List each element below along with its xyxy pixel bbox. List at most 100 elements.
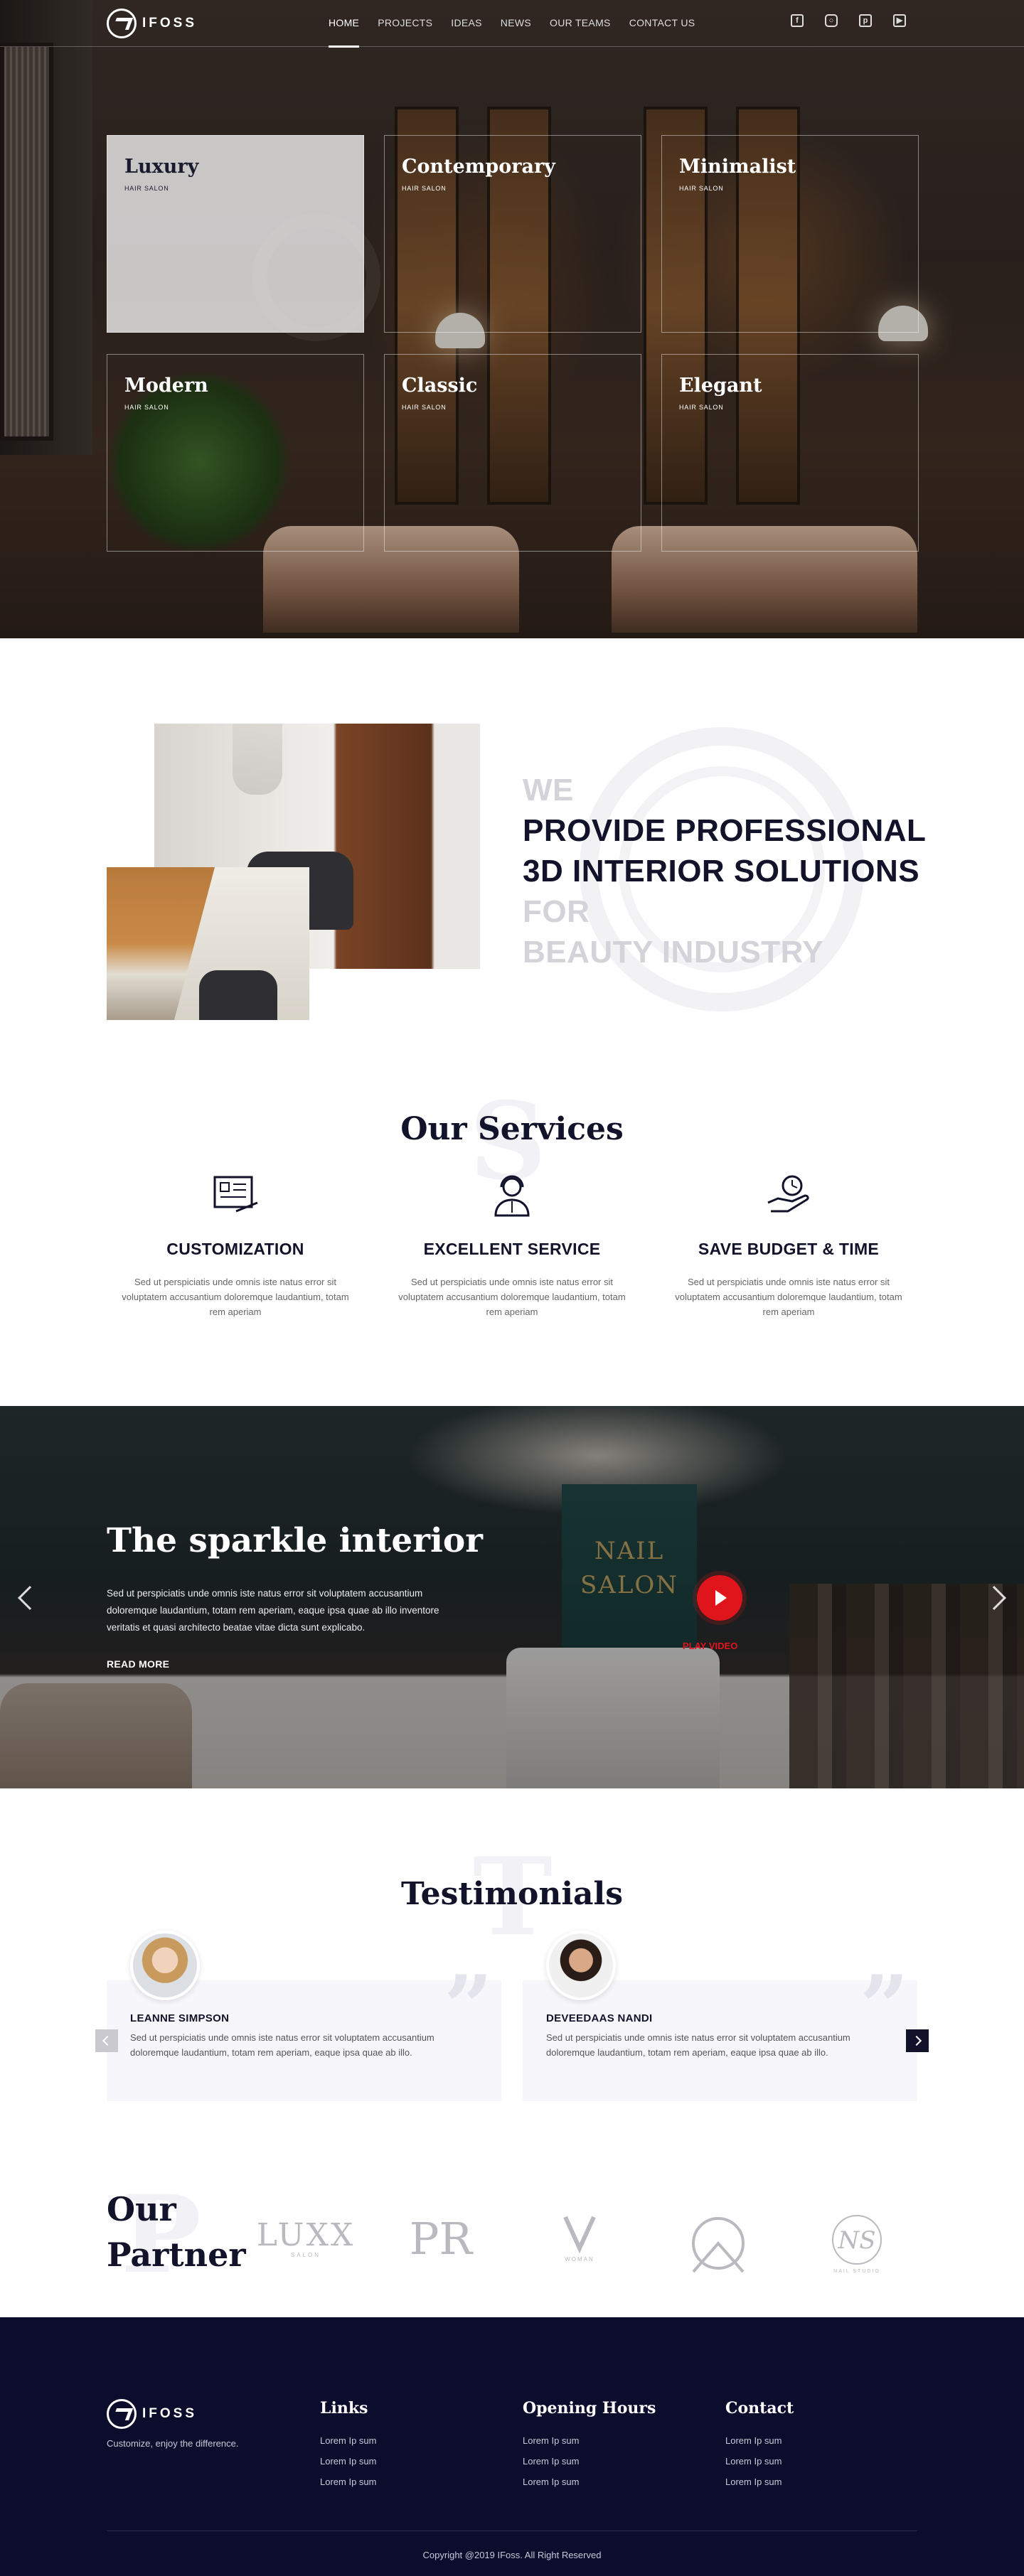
testimonial-name: DEVEEDAAS NANDI [546,2012,653,2024]
salon-chair [199,970,277,1020]
nav-contact-us[interactable]: CONTACT US [629,17,695,31]
nav-our-teams[interactable]: OUR TEAMS [550,17,611,31]
nav-ideas[interactable]: IDEAS [451,17,482,31]
play-video-label[interactable]: PLAY VIDEO [683,1641,737,1651]
tile-title: Elegant [679,375,762,397]
service-excellent: EXCELLENT SERVICE Sed ut perspiciatis un… [383,1171,641,1319]
provide-line: WE [523,773,574,807]
tile-subtitle: HAIR SALON [402,185,447,192]
footer-link[interactable]: Lorem Ip sum [320,2456,376,2467]
tile-modern[interactable]: Modern HAIR SALON [107,354,364,552]
provide-line: FOR [523,894,590,929]
footer-contact-item[interactable]: Lorem Ip sum [725,2435,794,2446]
tile-subtitle: HAIR SALON [402,404,447,411]
svg-text:SALON: SALON [291,2252,321,2258]
footer-link[interactable]: Lorem Ip sum [320,2435,376,2446]
footer-hours-column: Opening Hours Lorem Ip sum Lorem Ip sum … [523,2399,656,2497]
provide-line: 3D INTERIOR SOLUTIONS [523,854,920,889]
testimonial-next-button[interactable] [906,2029,929,2052]
tile-classic[interactable]: Classic HAIR SALON [384,354,641,552]
youtube-icon[interactable]: ▶ [893,14,906,27]
svg-text:PR: PR [410,2213,474,2265]
salon-secondary-image [107,867,309,1020]
testimonial-card: ” LEANNE SIMPSON Sed ut perspiciatis und… [107,1931,501,2101]
tile-title: Contemporary [402,156,555,178]
play-video-button[interactable] [697,1575,742,1621]
footer-hours-item: Lorem Ip sum [523,2476,580,2487]
avatar [546,1931,616,2000]
logo-mark-icon [107,2399,137,2429]
site-footer: IFOSS Customize, enjoy the difference. L… [0,2317,1024,2576]
provide-line: BEAUTY INDUSTRY [523,935,824,970]
footer-column-title: Contact [725,2399,794,2417]
tile-title: Classic [402,375,478,397]
svg-text:NAIL STUDIO: NAIL STUDIO [833,2269,880,2274]
testimonial-name: LEANNE SIMPSON [130,2012,230,2024]
footer-contact-item[interactable]: Lorem Ip sum [725,2456,794,2467]
svg-text:LUXX: LUXX [257,2217,356,2253]
copyright-text: Copyright @2019 IFoss. All Right Reserve… [422,2550,602,2560]
partner-section: P Our Partner LUXX SALON PR WOMAN NS NAIL … [0,2144,1024,2317]
logo-mark-icon [107,9,137,38]
style-tiles: Luxury HAIR SALON Contemporary HAIR SALO… [107,135,919,552]
tile-contemporary[interactable]: Contemporary HAIR SALON [384,135,641,333]
partner-title-line: Our [107,2190,176,2228]
footer-links-column: Links Lorem Ip sum Lorem Ip sum Lorem Ip… [320,2399,376,2497]
partner-logo-ns[interactable]: NS NAIL STUDIO [804,2211,910,2275]
provide-heading: WE PROVIDE PROFESSIONAL 3D INTERIOR SOLU… [523,770,926,972]
partner-logo-v[interactable]: WOMAN [526,2211,633,2275]
footer-tagline: Customize, enjoy the difference. [107,2438,239,2449]
tile-minimalist[interactable]: Minimalist HAIR SALON [661,135,919,333]
top-nav: IFOSS HOME PROJECTS IDEAS NEWS OUR TEAMS… [0,0,1024,48]
testimonial-prev-button[interactable] [95,2029,118,2052]
footer-hours-item: Lorem Ip sum [523,2456,580,2467]
partner-title: Our Partner [107,2186,246,2277]
tile-title: Luxury [124,156,199,178]
tile-subtitle: HAIR SALON [124,404,169,411]
tile-title: Minimalist [679,156,796,178]
provide-line: PROVIDE PROFESSIONAL [523,813,927,848]
partner-logo-luxx[interactable]: LUXX SALON [252,2211,359,2275]
hero-section: IFOSS HOME PROJECTS IDEAS NEWS OUR TEAMS… [0,0,1024,638]
partner-logo-pr[interactable]: PR [388,2211,494,2275]
partner-logo-house[interactable] [665,2211,772,2275]
brand-logo[interactable]: IFOSS [107,9,197,38]
avatar [130,1931,200,2000]
time-hand-icon [764,1171,814,1218]
testimonials-title: Testimonials [400,1876,624,1912]
partner-title-line: Partner [107,2236,246,2274]
nav-news[interactable]: NEWS [501,17,531,31]
read-more-link[interactable]: READ MORE [107,1658,169,1670]
nav-home[interactable]: HOME [329,17,360,48]
footer-brand-logo[interactable]: IFOSS [107,2399,197,2429]
brand-name: IFOSS [142,16,198,31]
service-save-budget: SAVE BUDGET & TIME Sed ut perspiciatis u… [660,1171,917,1319]
pinterest-icon[interactable]: p [859,14,872,27]
facebook-icon[interactable]: f [791,14,804,27]
footer-column-title: Links [320,2399,368,2417]
svg-text:NS: NS [837,2226,875,2255]
testimonial-text: Sed ut perspiciatis unde omnis iste natu… [130,2032,434,2058]
footer-contact-item[interactable]: Lorem Ip sum [725,2476,794,2487]
about-section: WE PROVIDE PROFESSIONAL 3D INTERIOR SOLU… [0,638,1024,1036]
footer-link[interactable]: Lorem Ip sum [320,2476,376,2487]
tile-subtitle: HAIR SALON [679,404,724,411]
testimonial-text: Sed ut perspiciatis unde omnis iste natu… [546,2032,850,2058]
main-menu: HOME PROJECTS IDEAS NEWS OUR TEAMS CONTA… [329,17,713,48]
support-agent-icon [487,1171,537,1218]
footer-brand-name: IFOSS [142,2406,198,2421]
slider-description: Sed ut perspiciatis unde omnis iste natu… [107,1588,439,1633]
tile-subtitle: HAIR SALON [679,185,724,192]
instagram-icon[interactable]: ○ [825,14,838,27]
service-title: SAVE BUDGET & TIME [698,1240,880,1258]
tile-subtitle: HAIR SALON [124,185,169,192]
service-title: CUSTOMIZATION [166,1240,304,1258]
social-links: f ○ p ▶ [791,14,906,27]
testimonials-section: T Testimonials ” LEANNE SIMPSON Sed ut p… [0,1788,1024,2144]
nav-projects[interactable]: PROJECTS [378,17,432,31]
tile-luxury[interactable]: Luxury HAIR SALON [107,135,364,333]
service-customization: CUSTOMIZATION Sed ut perspiciatis unde o… [107,1171,364,1319]
tile-elegant[interactable]: Elegant HAIR SALON [661,354,919,552]
services-section: S Our Services CUSTOMIZATION Sed ut pers… [0,1036,1024,1406]
tile-title: Modern [124,375,208,397]
